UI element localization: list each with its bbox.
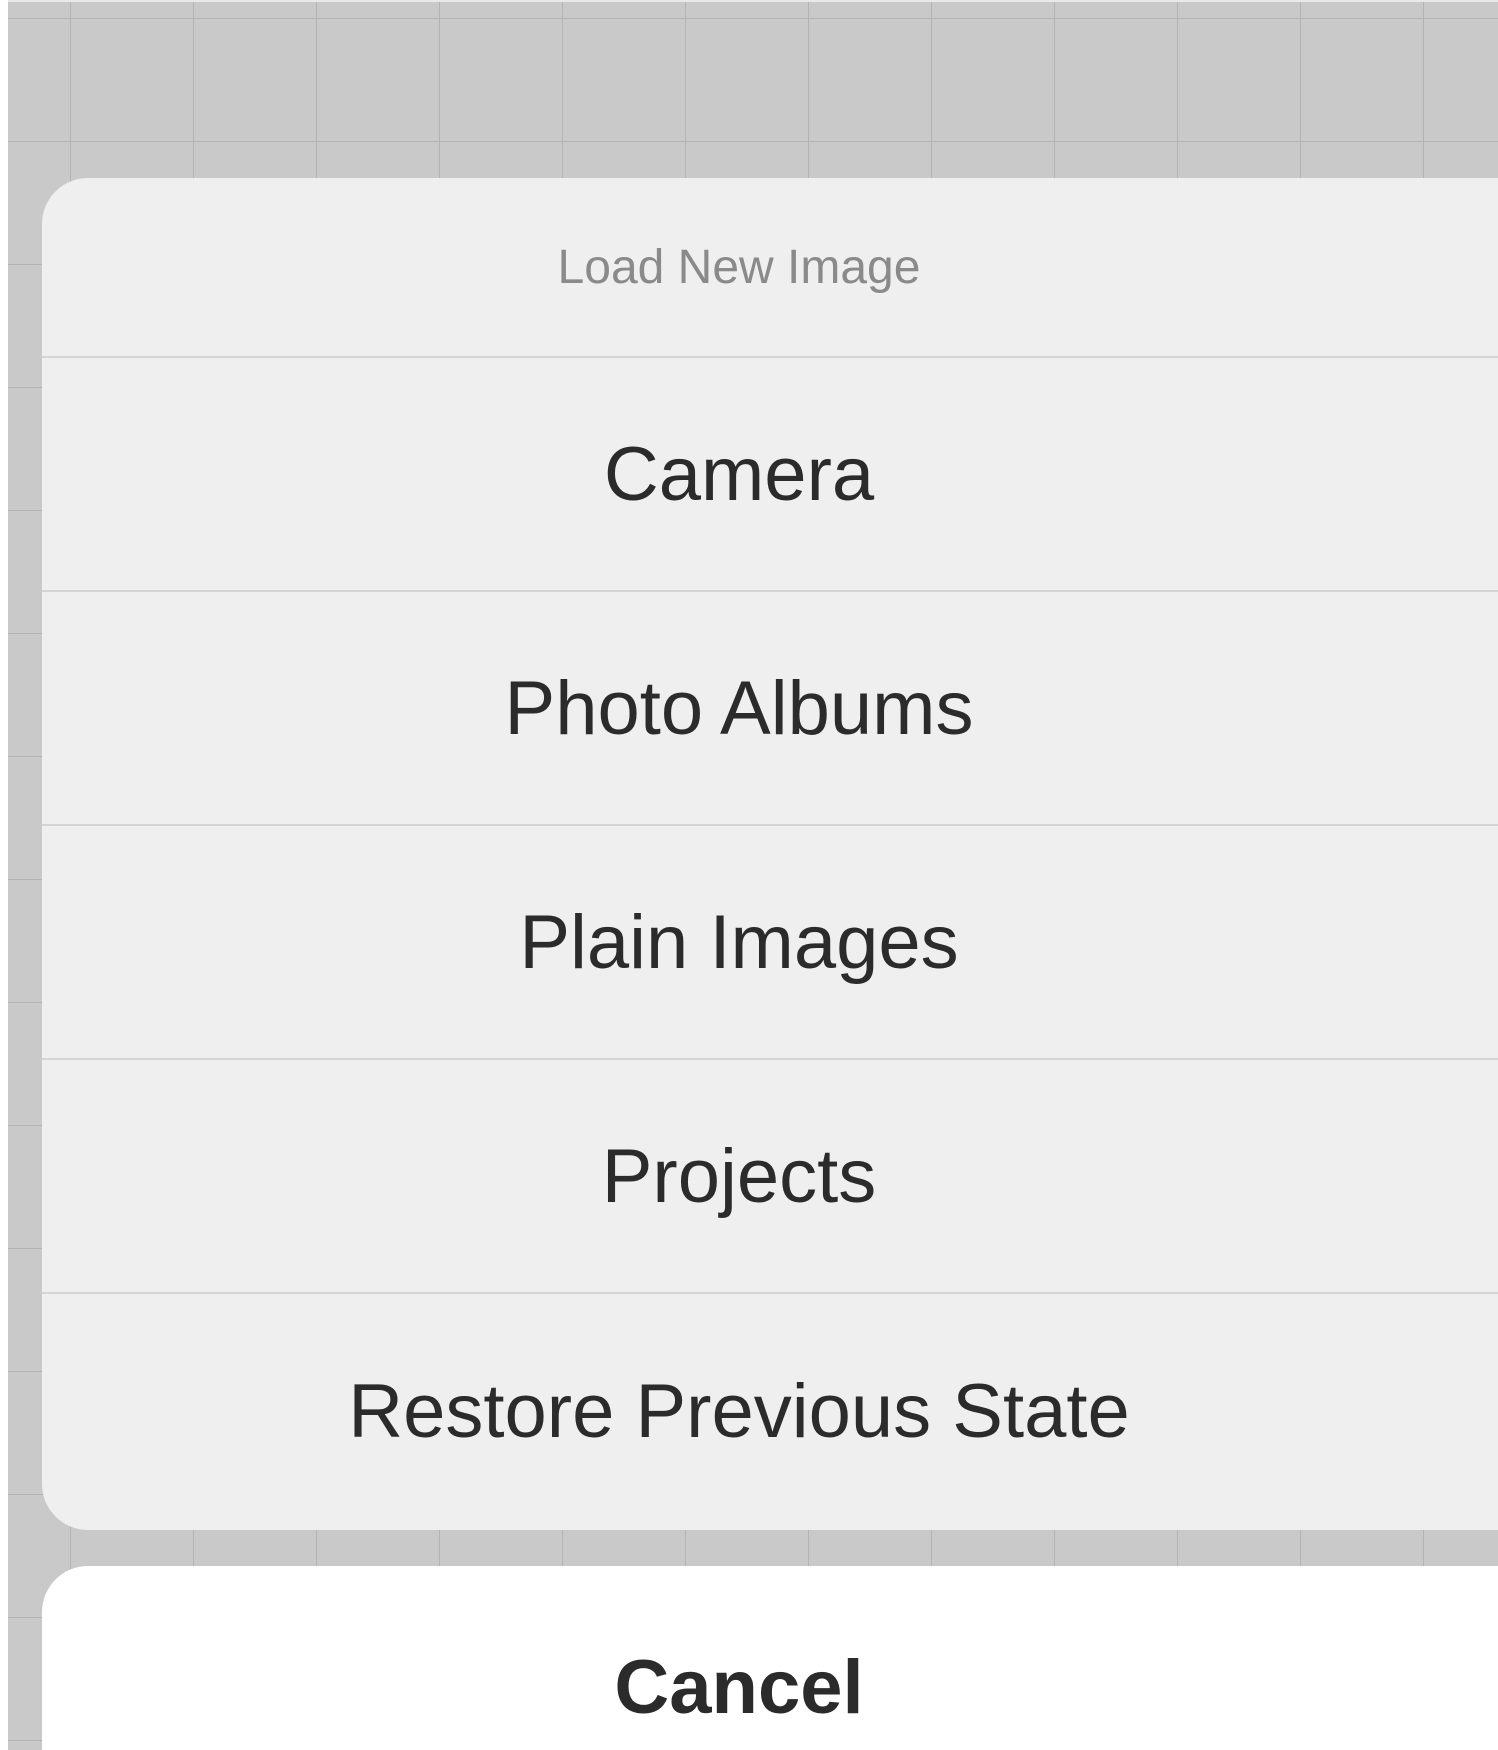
canvas-top-edge	[8, 0, 1498, 2]
cancel-button[interactable]: Cancel	[42, 1566, 1498, 1750]
projects-button[interactable]: Projects	[42, 1060, 1498, 1294]
plain-images-button[interactable]: Plain Images	[42, 826, 1498, 1060]
restore-previous-state-button[interactable]: Restore Previous State	[42, 1294, 1498, 1528]
camera-button[interactable]: Camera	[42, 358, 1498, 592]
action-sheet: Load New Image Camera Photo Albums Plain…	[42, 178, 1498, 1530]
action-sheet-title: Load New Image	[42, 178, 1498, 358]
photo-albums-button[interactable]: Photo Albums	[42, 592, 1498, 826]
